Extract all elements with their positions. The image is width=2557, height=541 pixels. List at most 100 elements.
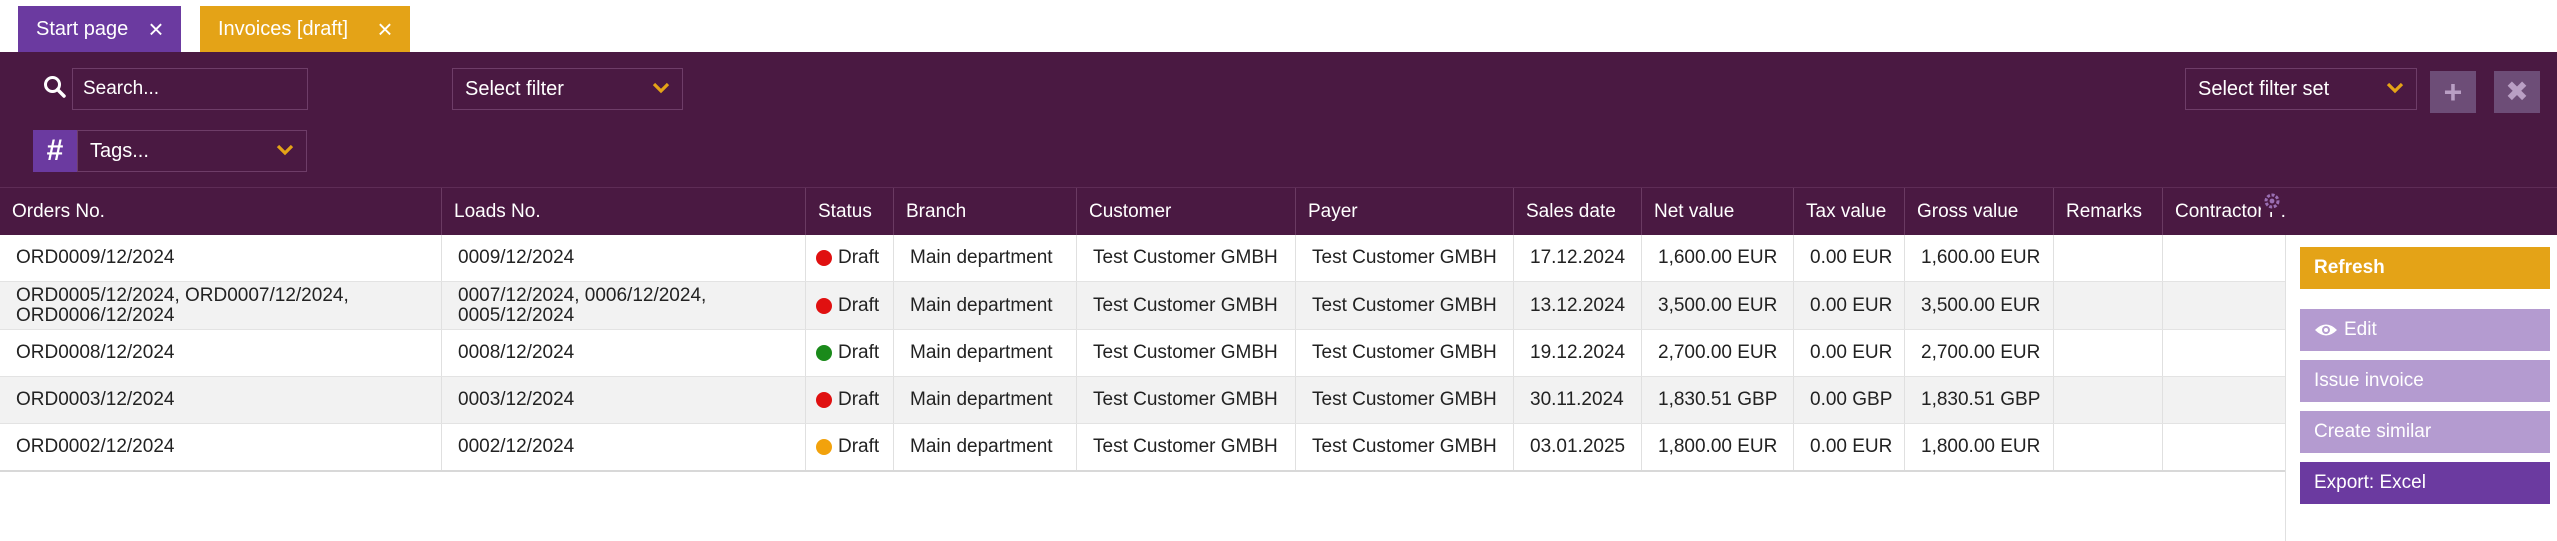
cell-customer: Test Customer GMBH: [1076, 377, 1295, 423]
cell-payer: Test Customer GMBH: [1295, 330, 1513, 376]
cell-net-value: 3,500.00 EUR: [1641, 282, 1793, 329]
table-row[interactable]: ORD0005/12/2024, ORD0007/12/2024, ORD000…: [0, 282, 2285, 330]
status-text: Draft: [838, 342, 880, 363]
table-row[interactable]: ORD0003/12/2024 0003/12/2024 Draft Main dep…: [0, 377, 2285, 424]
column-header-sales-date[interactable]: Sales date: [1513, 188, 1641, 236]
cell-tax-value: 0.00 EUR: [1793, 235, 1904, 281]
column-header-customer[interactable]: Customer: [1076, 188, 1295, 236]
cell-status: Draft: [805, 330, 893, 376]
cell-gross-value: 1,600.00 EUR: [1904, 235, 2053, 281]
refresh-button[interactable]: Refresh: [2300, 247, 2550, 289]
cell-status: Draft: [805, 235, 893, 281]
filter-bar: [0, 52, 2557, 187]
tab-invoices-draft[interactable]: Invoices [draft] ×: [200, 6, 410, 52]
cell-contractor: [2162, 235, 2285, 281]
cell-payer: Test Customer GMBH: [1295, 235, 1513, 281]
cell-customer: Test Customer GMBH: [1076, 235, 1295, 281]
column-header-net-value[interactable]: Net value: [1641, 188, 1793, 236]
cell-net-value: 2,700.00 EUR: [1641, 330, 1793, 376]
cell-branch: Main department: [893, 235, 1076, 281]
gear-icon[interactable]: [2261, 190, 2283, 212]
cell-tax-value: 0.00 GBP: [1793, 377, 1904, 423]
cell-branch: Main department: [893, 424, 1076, 470]
cell-sales-date: 13.12.2024: [1513, 282, 1641, 329]
export-excel-button[interactable]: Export: Excel: [2300, 462, 2550, 504]
cell-branch: Main department: [893, 282, 1076, 329]
cell-orders: ORD0009/12/2024: [16, 247, 175, 268]
cell-remarks: [2053, 424, 2162, 470]
filter-set-label: Select filter set: [2198, 77, 2330, 100]
cell-loads: 0003/12/2024: [441, 377, 805, 423]
add-filter-set-button[interactable]: +: [2430, 71, 2476, 113]
cell-status: Draft: [805, 377, 893, 423]
tab-bar: Start page × Invoices [draft] ×: [0, 0, 2557, 52]
issue-invoice-button[interactable]: Issue invoice: [2300, 360, 2550, 402]
cell-gross-value: 3,500.00 EUR: [1904, 282, 2053, 329]
column-header-branch[interactable]: Branch: [893, 188, 1076, 236]
filter-set-select[interactable]: Select filter set: [2185, 68, 2417, 110]
status-text: Draft: [838, 436, 880, 457]
tab-start-page-label: Start page: [36, 17, 129, 40]
status-text: Draft: [838, 247, 880, 268]
cell-payer: Test Customer GMBH: [1295, 377, 1513, 423]
cell-contractor: [2162, 377, 2285, 423]
tags-select[interactable]: Tags...: [77, 130, 307, 172]
cell-branch: Main department: [893, 377, 1076, 423]
close-icon[interactable]: ×: [143, 16, 169, 42]
chevron-down-icon: [652, 82, 670, 94]
column-header-payer[interactable]: Payer: [1295, 188, 1513, 236]
tab-start-page[interactable]: Start page ×: [18, 6, 181, 52]
cell-customer: Test Customer GMBH: [1076, 330, 1295, 376]
cell-remarks: [2053, 330, 2162, 376]
search-input[interactable]: Search...: [72, 68, 308, 110]
edit-button[interactable]: Edit: [2300, 309, 2550, 351]
column-header-gross-value[interactable]: Gross value: [1904, 188, 2053, 236]
cell-contractor: [2162, 330, 2285, 376]
column-header-orders[interactable]: Orders No.: [0, 188, 441, 236]
column-header-loads[interactable]: Loads No.: [441, 188, 805, 236]
status-dot-icon: [816, 297, 832, 314]
cell-payer: Test Customer GMBH: [1295, 282, 1513, 329]
create-similar-button[interactable]: Create similar: [2300, 411, 2550, 453]
tab-invoices-label: Invoices [draft]: [218, 17, 349, 40]
status-dot-icon: [816, 439, 832, 455]
tags-select-label: Tags...: [90, 139, 149, 162]
column-header-tax-value[interactable]: Tax value: [1793, 188, 1904, 236]
cell-net-value: 1,600.00 EUR: [1641, 235, 1793, 281]
clear-filter-set-button[interactable]: ✖: [2494, 71, 2540, 113]
cell-orders: ORD0002/12/2024: [16, 436, 175, 457]
cell-sales-date: 17.12.2024: [1513, 235, 1641, 281]
cell-loads: 0009/12/2024: [441, 235, 805, 281]
cell-customer: Test Customer GMBH: [1076, 282, 1295, 329]
cell-sales-date: 30.11.2024: [1513, 377, 1641, 423]
cell-gross-value: 1,830.51 GBP: [1904, 377, 2053, 423]
cell-net-value: 1,830.51 GBP: [1641, 377, 1793, 423]
search-placeholder: Search...: [83, 78, 160, 99]
cell-orders: ORD0005/12/2024, ORD0007/12/2024, ORD000…: [16, 284, 349, 326]
cell-remarks: [2053, 235, 2162, 281]
cell-tax-value: 0.00 EUR: [1793, 282, 1904, 329]
cell-sales-date: 19.12.2024: [1513, 330, 1641, 376]
column-header-status[interactable]: Status: [805, 188, 893, 236]
cell-gross-value: 1,800.00 EUR: [1904, 424, 2053, 470]
table-row[interactable]: ORD0008/12/2024 0008/12/2024 Draft Main dep…: [0, 330, 2285, 377]
status-dot-icon: [816, 392, 832, 408]
chevron-down-icon: [2386, 82, 2404, 94]
chevron-down-icon: [276, 144, 294, 156]
cell-loads: 0007/12/2024, 0006/12/2024, 0005/12/2024: [441, 282, 805, 329]
hashtag-icon: #: [33, 130, 77, 172]
status-text: Draft: [838, 389, 880, 410]
cell-branch: Main department: [893, 330, 1076, 376]
filter-select[interactable]: Select filter: [452, 68, 683, 110]
close-icon[interactable]: ×: [372, 16, 398, 42]
cell-loads: 0002/12/2024: [441, 424, 805, 470]
table-row[interactable]: ORD0002/12/2024 0002/12/2024 Draft Main dep…: [0, 424, 2285, 471]
status-dot-icon: [816, 345, 832, 361]
column-header-remarks[interactable]: Remarks: [2053, 188, 2162, 236]
table-row[interactable]: ORD0009/12/2024 0009/12/2024 Draft Main dep…: [0, 235, 2285, 282]
cell-orders: ORD0008/12/2024: [16, 342, 175, 363]
cell-gross-value: 2,700.00 EUR: [1904, 330, 2053, 376]
search-icon: [44, 76, 66, 98]
cell-net-value: 1,800.00 EUR: [1641, 424, 1793, 470]
status-text: Draft: [838, 294, 880, 316]
